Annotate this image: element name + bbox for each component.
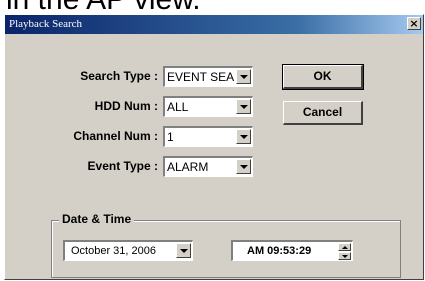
- chevron-down-icon[interactable]: [236, 129, 251, 144]
- calendar-dropdown-icon[interactable]: [176, 243, 191, 258]
- date-picker[interactable]: October 31, 2006: [63, 240, 193, 261]
- hdd-num-value: ALL: [167, 100, 189, 114]
- channel-num-select[interactable]: 1: [163, 126, 253, 147]
- channel-num-value: 1: [167, 130, 174, 144]
- spin-up-icon[interactable]: [338, 243, 351, 251]
- playback-search-dialog: Playback Search × Search Type : EVENT SE…: [4, 14, 424, 280]
- time-value: AM 09:53:29: [247, 245, 312, 257]
- time-spinner[interactable]: [338, 243, 351, 260]
- ok-button[interactable]: OK: [282, 64, 364, 90]
- hdd-num-label: HDD Num :: [94, 99, 158, 113]
- event-type-value: ALARM: [167, 160, 209, 174]
- chevron-down-icon[interactable]: [236, 159, 251, 174]
- event-type-select[interactable]: ALARM: [163, 156, 253, 177]
- time-picker[interactable]: AM 09:53:29: [231, 240, 353, 261]
- chevron-down-icon[interactable]: [236, 69, 251, 84]
- event-type-label: Event Type :: [87, 159, 158, 173]
- cancel-button[interactable]: Cancel: [283, 101, 363, 125]
- spin-down-icon[interactable]: [338, 252, 351, 260]
- search-type-value: EVENT SEA: [167, 70, 235, 84]
- hdd-num-select[interactable]: ALL: [163, 96, 253, 117]
- date-value: October 31, 2006: [71, 245, 157, 257]
- channel-num-label: Channel Num :: [73, 129, 158, 143]
- title-bar[interactable]: Playback Search ×: [5, 15, 423, 34]
- window-title: Playback Search: [9, 18, 82, 30]
- search-type-select[interactable]: EVENT SEA: [163, 66, 253, 87]
- close-button[interactable]: ×: [407, 17, 421, 30]
- date-time-group-label: Date & Time: [59, 212, 135, 226]
- chevron-down-icon[interactable]: [236, 99, 251, 114]
- search-type-label: Search Type :: [80, 69, 158, 83]
